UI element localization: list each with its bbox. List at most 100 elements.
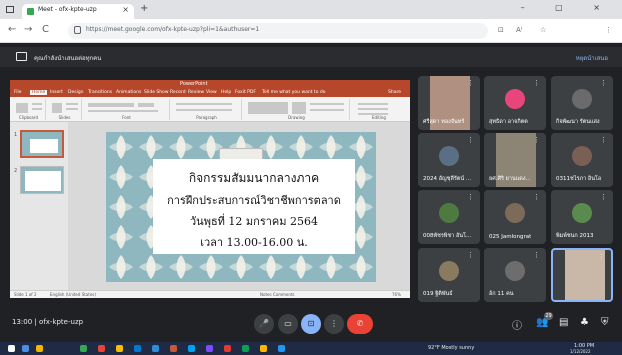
participant-tile[interactable]: ⋮ 2024 อัญชุลีรัตน์ ... xyxy=(418,133,480,187)
participant-tile[interactable]: ⋮ กิจพัฒนา รัตนแสง xyxy=(551,76,613,130)
taskbar-app-icon[interactable] xyxy=(36,345,43,352)
camera-button[interactable]: ▭ xyxy=(278,314,298,334)
taskbar-app-icon[interactable] xyxy=(152,345,159,352)
taskbar-app-icon[interactable] xyxy=(80,345,87,352)
chat-icon[interactable]: ▤ xyxy=(559,317,568,328)
present-button[interactable]: ⊡ xyxy=(301,314,321,334)
taskbar-app-icon[interactable] xyxy=(116,345,123,352)
taskbar-app-icon[interactable] xyxy=(242,345,249,352)
tile-options-icon[interactable]: ⋮ xyxy=(467,136,474,144)
weather-widget[interactable]: 92°F Mostly sunny xyxy=(428,345,474,351)
ribbon-group-font[interactable]: Font xyxy=(84,99,170,120)
participant-tile[interactable]: ⋮ 019 ฐิติพันธ์ xyxy=(418,248,480,302)
tile-options-icon[interactable]: ⋮ xyxy=(467,79,474,87)
back-arrow-icon[interactable]: ← xyxy=(8,24,16,35)
avatar xyxy=(439,203,459,223)
tile-options-icon[interactable]: ⋮ xyxy=(533,251,540,259)
mic-button[interactable]: 🎤 xyxy=(254,314,274,334)
taskbar-app-icon[interactable] xyxy=(224,345,231,352)
participant-tile[interactable]: ⋮ 008พัชรพิชา อันโ... xyxy=(418,190,480,244)
current-slide[interactable]: กิจกรรมสัมมนากลางภาค การฝึกประสบการณ์วิช… xyxy=(106,132,376,282)
taskbar-app-icon[interactable] xyxy=(260,345,267,352)
slide-date-line: วันพุธที่ 12 มกราคม 2564 xyxy=(190,215,318,228)
ribbon-group-drawing[interactable]: Drawing xyxy=(244,99,350,120)
tile-options-icon[interactable]: ⋮ xyxy=(467,193,474,201)
participant-tile[interactable]: ⋮ 025 Jamlongrat xyxy=(484,190,546,244)
new-tab-button[interactable]: + xyxy=(140,3,148,14)
url-input[interactable]: https://meet.google.com/ofx-kpte-uzp?pli… xyxy=(68,23,488,39)
ribbon-tab-transitions[interactable]: Transitions xyxy=(88,90,112,95)
participant-tile[interactable]: ⋮ ยศ.ศิริ ยานแดง... xyxy=(484,133,546,187)
participant-tile[interactable]: ⋮ พิมพ์ชนก 2013 xyxy=(551,190,613,244)
avatar xyxy=(505,203,525,223)
meeting-details-icon[interactable]: ⓘ xyxy=(512,317,522,332)
meeting-time: 13:00 xyxy=(12,318,33,326)
tile-options-icon[interactable]: ⋮ xyxy=(533,136,540,144)
taskbar-app-icon[interactable] xyxy=(134,345,141,352)
stop-presenting-button[interactable]: หยุดนำเสนอ xyxy=(576,53,608,63)
forward-arrow-icon[interactable]: → xyxy=(24,24,32,35)
tile-options-icon[interactable]: ⋮ xyxy=(467,251,474,259)
participant-tile[interactable]: ⋮ อ้ก 11 คน xyxy=(484,248,546,302)
taskbar-app-icon[interactable] xyxy=(188,345,195,352)
slide-thumbnail-pane: 1 2 xyxy=(10,122,68,290)
ribbon-group-editing[interactable]: Editing xyxy=(352,99,406,120)
taskbar-app-icon[interactable] xyxy=(98,345,105,352)
ribbon-tab-view[interactable]: View xyxy=(206,90,217,95)
window-menu-icon[interactable] xyxy=(6,6,14,13)
slide-text-box[interactable]: กิจกรรมสัมมนากลางภาค การฝึกประสบการณ์วิช… xyxy=(153,159,355,254)
avatar xyxy=(439,261,459,281)
slide-thumbnail-1[interactable] xyxy=(20,130,64,158)
translate-icon[interactable]: A⁾ xyxy=(516,26,523,34)
tell-me-search[interactable]: Tell me what you want to do xyxy=(262,90,326,95)
powerpoint-statusbar: Slide 1 of 2 English (United States) Not… xyxy=(10,290,410,298)
browser-tab-meet[interactable]: Meet - ofx-kpte-uzp × xyxy=(22,4,134,19)
self-video-tile[interactable]: ⋮ xyxy=(551,248,613,302)
start-icon[interactable] xyxy=(8,345,15,352)
tile-options-icon[interactable]: ⋮ xyxy=(600,193,607,201)
ribbon-tab-review[interactable]: Review xyxy=(188,90,204,95)
browser-menu-icon[interactable]: ⋮ xyxy=(605,26,612,34)
ribbon-tab-insert[interactable]: Insert xyxy=(50,90,63,95)
slide-thumbnail-2[interactable] xyxy=(20,166,64,194)
bookmark-star-icon[interactable]: ☆ xyxy=(540,26,546,34)
tile-options-icon[interactable]: ⋮ xyxy=(533,193,540,201)
status-zoom[interactable]: 76% xyxy=(392,292,401,297)
participant-tile[interactable]: ⋮ ศรีสุดา ทองจันทร์ xyxy=(418,76,480,130)
status-notes-comments[interactable]: Notes Comments xyxy=(260,292,295,297)
ribbon-tab-help[interactable]: Help xyxy=(221,90,231,95)
window-controls[interactable]: – ▢ × xyxy=(521,3,614,12)
taskbar-app-icon[interactable] xyxy=(22,345,29,352)
end-call-button[interactable]: ✆ xyxy=(347,314,373,334)
host-controls-icon[interactable]: ⛨ xyxy=(601,317,609,328)
tab-close-icon[interactable]: × xyxy=(122,5,129,14)
taskbar-app-icon[interactable] xyxy=(170,345,177,352)
ribbon-tab-foxit[interactable]: Foxit PDF xyxy=(235,90,256,95)
taskbar-app-icon[interactable] xyxy=(278,345,285,352)
clock-date[interactable]: 1/12/2022 xyxy=(570,349,591,354)
ribbon-tab-animations[interactable]: Animations xyxy=(116,90,141,95)
ribbon-tab-record[interactable]: Record xyxy=(170,90,186,95)
tile-options-icon[interactable]: ⋮ xyxy=(598,253,605,261)
cast-icon[interactable]: ⊡ xyxy=(498,26,504,34)
taskbar-app-icon[interactable] xyxy=(206,345,213,352)
ribbon-tab-file[interactable]: File xyxy=(14,90,22,95)
ribbon-tab-slideshow[interactable]: Slide Show xyxy=(144,90,169,95)
ribbon-group-slides[interactable]: Slides xyxy=(48,99,82,120)
tile-options-icon[interactable]: ⋮ xyxy=(533,79,540,87)
tile-options-icon[interactable]: ⋮ xyxy=(600,79,607,87)
ribbon-tab-home[interactable]: Home xyxy=(30,90,48,95)
ribbon-group-paragraph[interactable]: Paragraph xyxy=(172,99,242,120)
activities-icon[interactable]: ♣ xyxy=(580,317,589,328)
ribbon-tab-design[interactable]: Design xyxy=(68,90,84,95)
reload-icon[interactable]: C xyxy=(42,24,49,35)
tile-options-icon[interactable]: ⋮ xyxy=(600,136,607,144)
ribbon-group-clipboard[interactable]: Clipboard xyxy=(12,99,46,120)
thumb-number: 1 xyxy=(14,132,18,138)
participant-name: 025 Jamlongrat xyxy=(489,234,532,240)
participant-tile[interactable]: ⋮ 0311ชไรภา อินโอ xyxy=(551,133,613,187)
avatar xyxy=(439,146,459,166)
more-options-button[interactable]: ⋮ xyxy=(324,314,344,334)
participant-tile[interactable]: ⋮ สุทธิดา อาจกิตต xyxy=(484,76,546,130)
share-button[interactable]: Share xyxy=(388,90,401,95)
